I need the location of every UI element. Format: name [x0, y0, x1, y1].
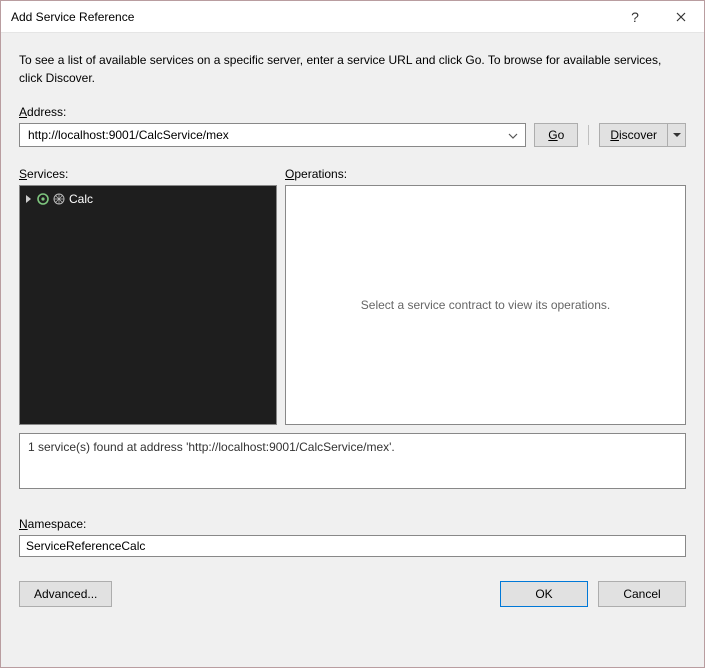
address-combobox[interactable] [19, 123, 526, 147]
operations-placeholder: Select a service contract to view its op… [361, 298, 610, 312]
operations-list[interactable]: Select a service contract to view its op… [285, 185, 686, 425]
address-label: Address: [19, 105, 686, 119]
services-label: Services: [19, 167, 277, 181]
address-row: Go Discover [19, 123, 686, 147]
dialog-content: To see a list of available services on a… [1, 33, 704, 667]
ok-button[interactable]: OK [500, 581, 588, 607]
close-icon [676, 12, 686, 22]
operations-label: Operations: [285, 167, 686, 181]
titlebar: Add Service Reference ? [1, 1, 704, 33]
gear-icon [37, 193, 49, 205]
window-title: Add Service Reference [11, 10, 612, 24]
globe-icon [53, 193, 65, 205]
namespace-label: Namespace: [19, 517, 686, 531]
help-button[interactable]: ? [612, 1, 658, 33]
service-node[interactable]: Calc [26, 190, 270, 208]
chevron-down-icon [508, 133, 518, 139]
cancel-button[interactable]: Cancel [598, 581, 686, 607]
separator [588, 125, 589, 145]
discover-splitbutton[interactable]: Discover [599, 123, 686, 147]
go-button[interactable]: Go [534, 123, 578, 147]
services-panel: Services: Calc [19, 167, 277, 425]
address-input[interactable] [26, 125, 505, 145]
discover-dropdown[interactable] [668, 123, 686, 147]
caret-down-icon [673, 133, 681, 138]
namespace-input[interactable] [19, 535, 686, 557]
service-name: Calc [69, 192, 93, 206]
panels: Services: Calc Operations: [19, 167, 686, 425]
discover-button[interactable]: Discover [599, 123, 668, 147]
dialog-window: Add Service Reference ? To see a list of… [0, 0, 705, 668]
footer: Advanced... OK Cancel [19, 581, 686, 607]
status-box: 1 service(s) found at address 'http://lo… [19, 433, 686, 489]
services-tree[interactable]: Calc [19, 185, 277, 425]
intro-text: To see a list of available services on a… [19, 51, 686, 87]
status-text: 1 service(s) found at address 'http://lo… [28, 440, 395, 454]
close-button[interactable] [658, 1, 704, 33]
expand-icon[interactable] [26, 195, 31, 203]
address-dropdown-icon[interactable] [505, 128, 521, 142]
advanced-button[interactable]: Advanced... [19, 581, 112, 607]
operations-panel: Operations: Select a service contract to… [285, 167, 686, 425]
